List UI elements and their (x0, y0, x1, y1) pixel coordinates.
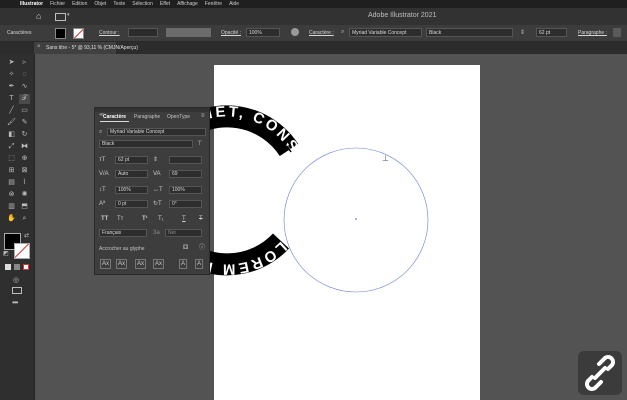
vertical-scale-icon: ↕T (99, 187, 106, 193)
kerning-field[interactable]: Auto (115, 170, 148, 178)
superscript-icon[interactable]: T¹ (142, 215, 148, 223)
tracking-icon: VA (153, 171, 161, 177)
snap-angular-icon[interactable]: A (179, 259, 188, 269)
tab-opentype[interactable]: OpenType (167, 114, 190, 120)
baseline-shift-icon: Aª (99, 201, 106, 207)
panel-menu-icon[interactable]: ≡ (201, 113, 205, 119)
strikethrough-icon[interactable]: T (199, 215, 203, 223)
search-icon: ⌕ (99, 129, 103, 135)
touch-type-icon[interactable]: ⊤ (197, 140, 202, 148)
baseline-shift-field[interactable]: 0 pt (115, 200, 148, 208)
character-panel: ≪ Caractère Paragraphe OpenType ≡ ⌕ Myri… (94, 107, 210, 275)
kerning-icon: V/A (99, 171, 109, 177)
underline-icon[interactable]: T (182, 215, 186, 223)
snap-baseline-icon[interactable]: Ax (100, 259, 112, 269)
horizontal-scale-icon: ↔T (153, 187, 163, 193)
leading-field[interactable] (169, 156, 202, 164)
all-caps-icon[interactable]: TT (101, 215, 108, 223)
snap-xheight-icon[interactable]: Ax (116, 259, 128, 269)
watermark-logo (578, 351, 622, 395)
language-field[interactable]: Français (99, 229, 147, 237)
tab-paragraphe[interactable]: Paragraphe (134, 114, 160, 120)
font-family-field[interactable]: Myriad Variable Concept (107, 128, 206, 136)
center-point (355, 218, 357, 220)
subscript-icon[interactable]: T₁ (158, 215, 164, 223)
selected-path[interactable] (283, 147, 429, 293)
snap-settings-icon[interactable]: ⚃ (183, 244, 188, 252)
link-icon (585, 355, 615, 391)
font-size-icon: ᴛT (99, 157, 106, 163)
tab-caractere[interactable]: Caractère (103, 114, 126, 120)
info-icon[interactable]: ⓘ (199, 244, 205, 252)
font-style-field[interactable]: Black (99, 140, 193, 148)
panel-grip[interactable] (95, 108, 209, 112)
anti-alias-icon: 3a (153, 230, 160, 236)
small-caps-icon[interactable]: Tт (117, 215, 123, 223)
font-size-field[interactable]: 62 pt (115, 156, 148, 164)
horizontal-scale-field[interactable]: 100% (169, 186, 202, 194)
character-rotation-icon: ↻T (153, 201, 162, 207)
snap-to-glyph-label: Accrocher au glyphe (99, 246, 145, 252)
tracking-field[interactable]: 69 (169, 170, 202, 178)
tab-underline (100, 121, 129, 122)
leading-icon: ⇕ (153, 157, 159, 163)
character-rotation-field[interactable]: 0° (169, 200, 202, 208)
anti-alias-field[interactable]: Net (165, 229, 202, 237)
vertical-scale-field[interactable]: 100% (115, 186, 148, 194)
snap-proximity-icon[interactable]: Ax (153, 259, 165, 269)
snap-anchor-icon[interactable]: A (195, 259, 204, 269)
snap-glyph-bounds-icon[interactable]: Ax (135, 259, 147, 269)
type-cursor-icon: ⊥ (382, 154, 389, 163)
